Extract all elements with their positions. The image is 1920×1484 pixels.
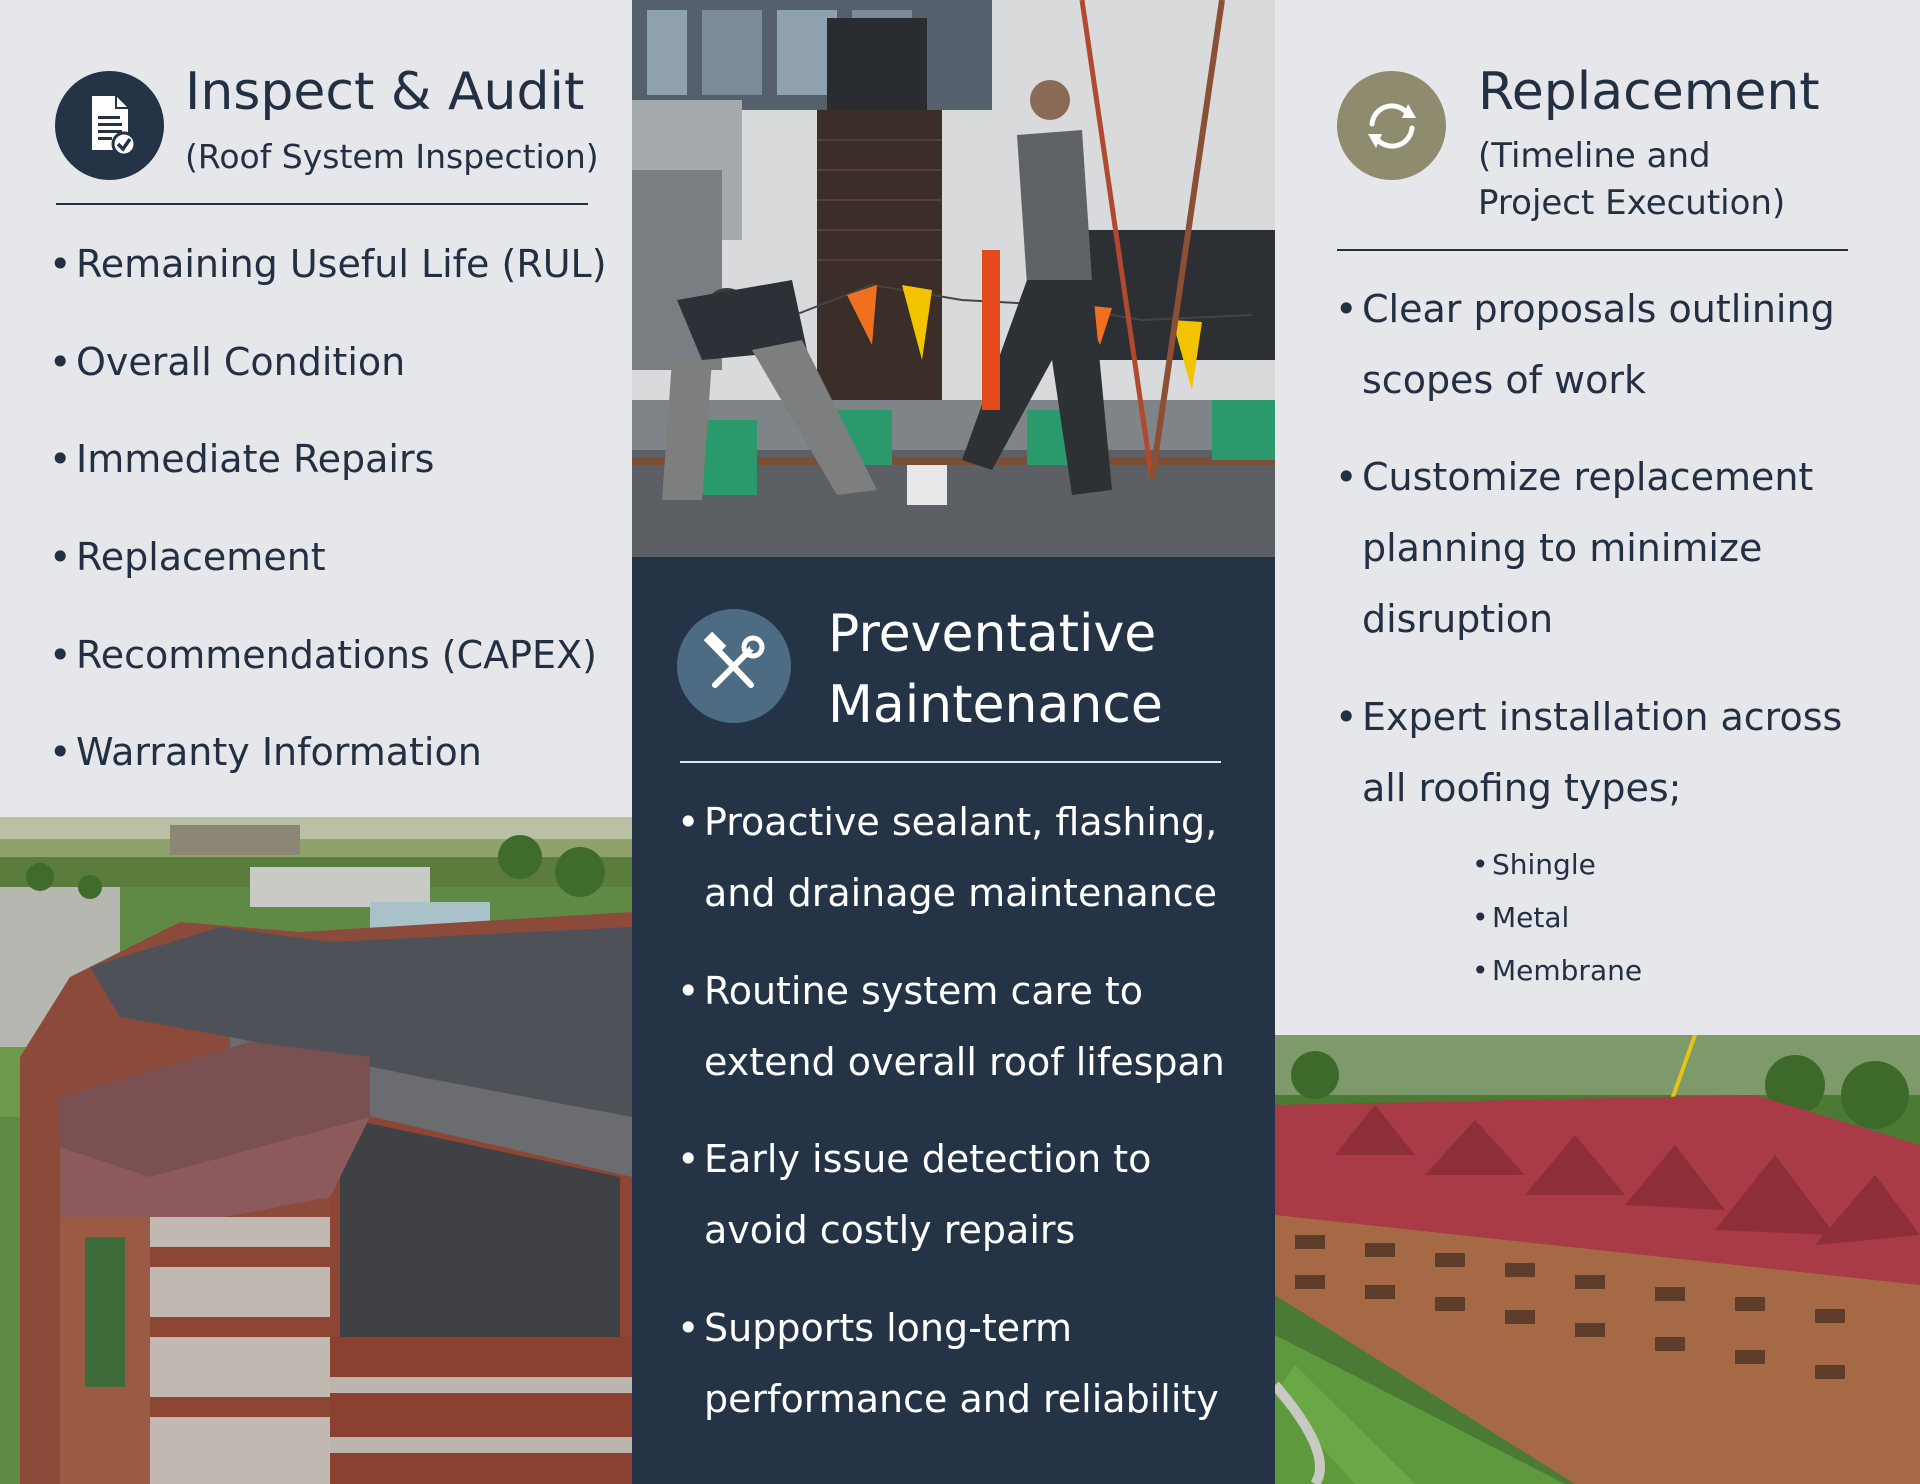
inspect-audit-panel: Inspect & Audit (Roof System Inspection)… bbox=[0, 0, 632, 1484]
maintenance-bullet-line: extend overall roof lifespan bbox=[704, 1040, 1225, 1084]
replacement-panel: Replacement (Timeline and Project Execut… bbox=[1275, 0, 1920, 1484]
inspect-bullet: Warranty Information bbox=[49, 717, 482, 788]
maintenance-bullet-line: Supports long-term bbox=[704, 1306, 1073, 1350]
replacement-subtitle-line1: (Timeline and bbox=[1478, 136, 1711, 176]
inspect-bullet: Remaining Useful Life (RUL) bbox=[49, 229, 607, 300]
maintenance-bullet-line: Routine system care to bbox=[704, 969, 1144, 1013]
maintenance-bullet: Routine system care to extend overall ro… bbox=[677, 956, 1225, 1098]
roof-type-item: Metal bbox=[1472, 891, 1569, 944]
inspect-bullet: Replacement bbox=[49, 522, 326, 593]
replacement-bullet-line: planning to minimize bbox=[1362, 526, 1763, 570]
refresh-arrows-icon bbox=[1337, 71, 1446, 180]
inspect-divider bbox=[56, 203, 588, 205]
maintenance-bullet-line: performance and reliability bbox=[704, 1377, 1219, 1421]
maintenance-bullet: Proactive sealant, flashing, and drainag… bbox=[677, 787, 1217, 929]
maintenance-bullet: Supports long-term performance and relia… bbox=[677, 1293, 1219, 1435]
preventative-maintenance-panel: Preventative Maintenance Proactive seala… bbox=[632, 0, 1275, 1484]
hammer-wrench-icon bbox=[677, 609, 791, 723]
maintenance-title-line1: Preventative bbox=[828, 604, 1157, 664]
inspect-bullet: Overall Condition bbox=[49, 327, 405, 398]
replacement-bullet-line: Clear proposals outlining bbox=[1362, 287, 1835, 331]
inspect-bullet: Immediate Repairs bbox=[49, 424, 434, 495]
replacement-bullet-line: Expert installation across bbox=[1362, 695, 1843, 739]
roof-type-item: Shingle bbox=[1472, 838, 1596, 891]
maintenance-bullet-line: Early issue detection to bbox=[704, 1137, 1152, 1181]
maintenance-title-line2: Maintenance bbox=[828, 675, 1163, 735]
replacement-subtitle-line2: Project Execution) bbox=[1478, 183, 1786, 223]
document-check-icon bbox=[55, 71, 164, 180]
maintenance-bullet-line: and drainage maintenance bbox=[704, 871, 1218, 915]
replacement-bullet: Customize replacement planning to minimi… bbox=[1335, 442, 1813, 655]
roof-type-item: Membrane bbox=[1472, 944, 1642, 997]
rooftop-workers-photo bbox=[632, 0, 1275, 557]
replacement-bullet-line: scopes of work bbox=[1362, 358, 1646, 402]
maintenance-bullet-line: Proactive sealant, flashing, bbox=[704, 800, 1218, 844]
maintenance-bullet-line: avoid costly repairs bbox=[704, 1208, 1076, 1252]
replacement-bullet: Expert installation across all roofing t… bbox=[1335, 682, 1842, 824]
maintenance-bullet: Early issue detection to avoid costly re… bbox=[677, 1124, 1151, 1266]
replacement-title: Replacement bbox=[1478, 62, 1820, 122]
replacement-bullet-line: disruption bbox=[1362, 597, 1554, 641]
aerial-school-building-photo bbox=[0, 817, 632, 1484]
replacement-bullet: Clear proposals outlining scopes of work bbox=[1335, 274, 1835, 416]
aerial-lodge-photo bbox=[1275, 1035, 1920, 1484]
replacement-bullet-line: Customize replacement bbox=[1362, 455, 1814, 499]
maintenance-divider bbox=[680, 761, 1221, 763]
replacement-divider bbox=[1337, 249, 1848, 251]
inspect-title: Inspect & Audit bbox=[185, 62, 585, 122]
inspect-bullet: Recommendations (CAPEX) bbox=[49, 620, 597, 691]
replacement-bullet-line: all roofing types; bbox=[1362, 766, 1682, 810]
inspect-subtitle: (Roof System Inspection) bbox=[185, 137, 599, 176]
